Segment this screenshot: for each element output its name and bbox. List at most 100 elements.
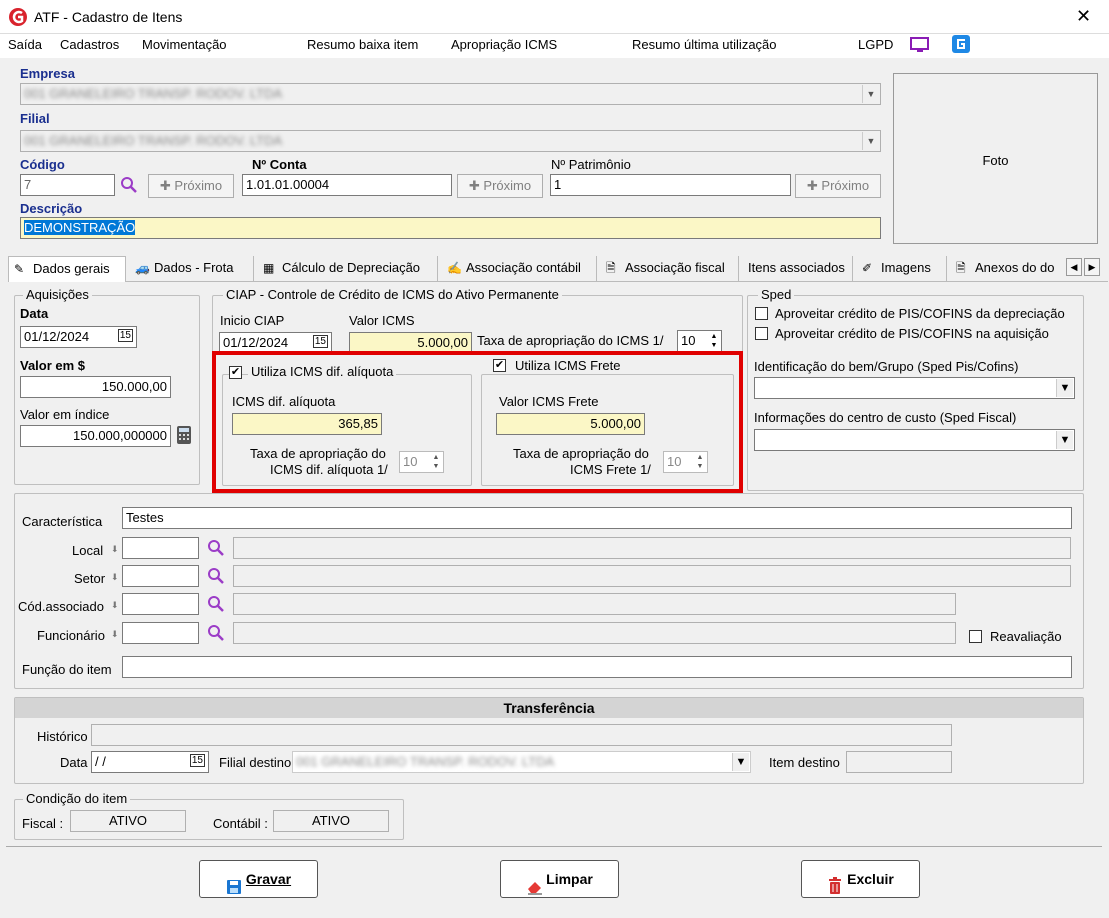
search-icon[interactable]: [206, 566, 226, 586]
data-aquisicao-value: 01/12/2024: [24, 329, 90, 344]
filial-destino-combo[interactable]: 001 GRANELEIRO TRANSP. RODOV. LTDA ▼: [292, 751, 751, 773]
document-icon: 🗎: [956, 261, 966, 275]
menu-resumo-baixa[interactable]: Resumo baixa item: [307, 37, 418, 52]
menu-bar: Saída Cadastros Movimentação Resumo baix…: [0, 34, 1109, 58]
gravar-label: Gravar: [245, 871, 292, 887]
chevron-down-icon[interactable]: ▼: [862, 85, 879, 103]
reavaliacao-label: Reavaliação: [990, 629, 1062, 644]
sped-check1-checkbox[interactable]: [755, 307, 768, 320]
proximo-patrimonio-button[interactable]: ✚ Próximo: [795, 174, 881, 198]
tab-scroll-left-button[interactable]: ◀: [1066, 258, 1082, 276]
menu-lgpd[interactable]: LGPD: [858, 37, 893, 52]
edit-icon: ✍: [447, 261, 462, 275]
cod-assoc-input[interactable]: [122, 593, 199, 615]
app-logo-icon: [8, 7, 28, 27]
taxa-icms-label: Taxa de apropriação do ICMS 1/: [477, 333, 664, 348]
window-title: ATF - Cadastro de Itens: [34, 9, 183, 25]
gravar-button[interactable]: Gravar: [199, 860, 318, 898]
filial-label: Filial: [20, 111, 50, 126]
tab-calculo-depreciacao[interactable]: ▦ Cálculo de Depreciação: [258, 256, 438, 282]
caracteristica-label: Característica: [22, 514, 103, 529]
descricao-input[interactable]: DEMONSTRAÇÃO: [20, 217, 881, 239]
search-icon[interactable]: [119, 175, 139, 195]
cod-assoc-desc-field: [233, 593, 956, 615]
transf-data-label: Data: [60, 755, 88, 770]
limpar-button[interactable]: Limpar: [500, 860, 619, 898]
document-icon: 🗎: [606, 261, 616, 275]
chevron-down-icon[interactable]: ▼: [1056, 431, 1073, 449]
contabil-label: Contábil :: [213, 816, 268, 831]
pencil-icon: ✎: [14, 262, 25, 276]
filial-value: 001 GRANELEIRO TRANSP. RODOV. LTDA: [24, 133, 283, 148]
sped-check2-checkbox[interactable]: [755, 327, 768, 340]
menu-resumo-ultima[interactable]: Resumo última utilização: [632, 37, 777, 52]
valor-input[interactable]: 150.000,00: [20, 376, 171, 398]
ident-bem-combo[interactable]: ▼: [754, 377, 1075, 399]
data-aquisicao-input[interactable]: 01/12/2024 15: [20, 326, 137, 348]
menu-saida[interactable]: Saída: [8, 37, 42, 52]
descricao-label: Descrição: [20, 201, 83, 216]
funcionario-desc-field: [233, 622, 956, 644]
filial-combo[interactable]: 001 GRANELEIRO TRANSP. RODOV. LTDA ▼: [20, 130, 881, 152]
search-icon[interactable]: [206, 594, 226, 614]
tab-scroll-right-button[interactable]: ▶: [1084, 258, 1100, 276]
trash-icon: [827, 872, 843, 895]
funcionario-label: Funcionário: [37, 628, 105, 643]
chevron-down-icon[interactable]: ▼: [862, 132, 879, 150]
funcao-input[interactable]: [122, 656, 1072, 678]
local-code-input[interactable]: [122, 537, 199, 559]
centro-custo-combo[interactable]: ▼: [754, 429, 1075, 451]
empresa-combo[interactable]: 001 GRANELEIRO TRANSP. RODOV. LTDA ▼: [20, 83, 881, 105]
setor-code-input[interactable]: [122, 565, 199, 587]
transf-data-input[interactable]: / / 15: [91, 751, 209, 773]
proximo-conta-button[interactable]: ✚ Próximo: [457, 174, 543, 198]
proximo-label: Próximo: [821, 178, 870, 193]
chevron-down-icon[interactable]: ▼: [1056, 379, 1073, 397]
calendar-icon[interactable]: 15: [189, 754, 205, 767]
tab-dados-frota[interactable]: 🚙 Dados - Frota: [130, 256, 254, 282]
tab-associacao-fiscal[interactable]: 🗎 Associação fiscal: [601, 256, 739, 282]
menu-cadastros[interactable]: Cadastros: [60, 37, 119, 52]
excluir-label: Excluir: [847, 871, 894, 887]
search-icon[interactable]: [206, 623, 226, 643]
foto-box[interactable]: Foto: [893, 73, 1098, 244]
close-icon[interactable]: ✕: [1076, 6, 1091, 27]
indice-input[interactable]: 150.000,000000: [20, 425, 171, 447]
calculator-icon[interactable]: [177, 426, 191, 444]
spinner-arrows-icon[interactable]: ▲ ▼: [708, 332, 720, 350]
tab-label: Dados gerais: [33, 261, 110, 276]
conta-input[interactable]: 1.01.01.00004: [242, 174, 452, 196]
monitor-icon[interactable]: [909, 36, 931, 54]
tab-dados-gerais[interactable]: ✎ Dados gerais: [8, 256, 126, 282]
caracteristica-input[interactable]: Testes: [122, 507, 1072, 529]
tab-label: Anexos do do: [975, 260, 1055, 275]
taxa-icms-spinner[interactable]: 10 ▲ ▼: [677, 330, 722, 352]
menu-movimentacao[interactable]: Movimentação: [142, 37, 227, 52]
calendar-icon[interactable]: 15: [117, 329, 133, 342]
sped-legend: Sped: [758, 287, 795, 302]
arrow-down-icon: ⬇: [111, 629, 119, 639]
filial-destino-label: Filial destino: [219, 755, 292, 770]
funcionario-input[interactable]: [122, 622, 199, 644]
calculator-icon: ▦: [263, 261, 275, 275]
patrimonio-input[interactable]: 1: [550, 174, 791, 196]
highlight-box: [212, 351, 743, 493]
tab-label: Associação contábil: [466, 260, 581, 275]
excluir-button[interactable]: Excluir: [801, 860, 920, 898]
codigo-input[interactable]: 7: [20, 174, 115, 196]
tab-anexos[interactable]: 🗎 Anexos do do: [951, 256, 1066, 282]
menu-apropriacao-icms[interactable]: Apropriação ICMS: [451, 37, 557, 52]
proximo-codigo-button[interactable]: ✚ Próximo: [148, 174, 234, 198]
chevron-down-icon[interactable]: ▼: [732, 753, 749, 771]
tab-strip: ✎ Dados gerais 🚙 Dados - Frota ▦ Cálculo de…: [8, 256, 1108, 282]
brand-g-icon[interactable]: [952, 35, 970, 53]
tab-associacao-contabil[interactable]: ✍ Associação contábil: [442, 256, 597, 282]
search-icon[interactable]: [206, 538, 226, 558]
calendar-icon[interactable]: 15: [312, 335, 328, 348]
funcao-label: Função do item: [22, 662, 112, 677]
reavaliacao-checkbox[interactable]: [969, 630, 982, 643]
transferencia-header: Transferência: [15, 698, 1083, 718]
tab-itens-associados[interactable]: Itens associados: [743, 256, 853, 282]
tab-imagens[interactable]: ✐ Imagens: [857, 256, 947, 282]
inicio-ciap-value: 01/12/2024: [223, 335, 289, 350]
